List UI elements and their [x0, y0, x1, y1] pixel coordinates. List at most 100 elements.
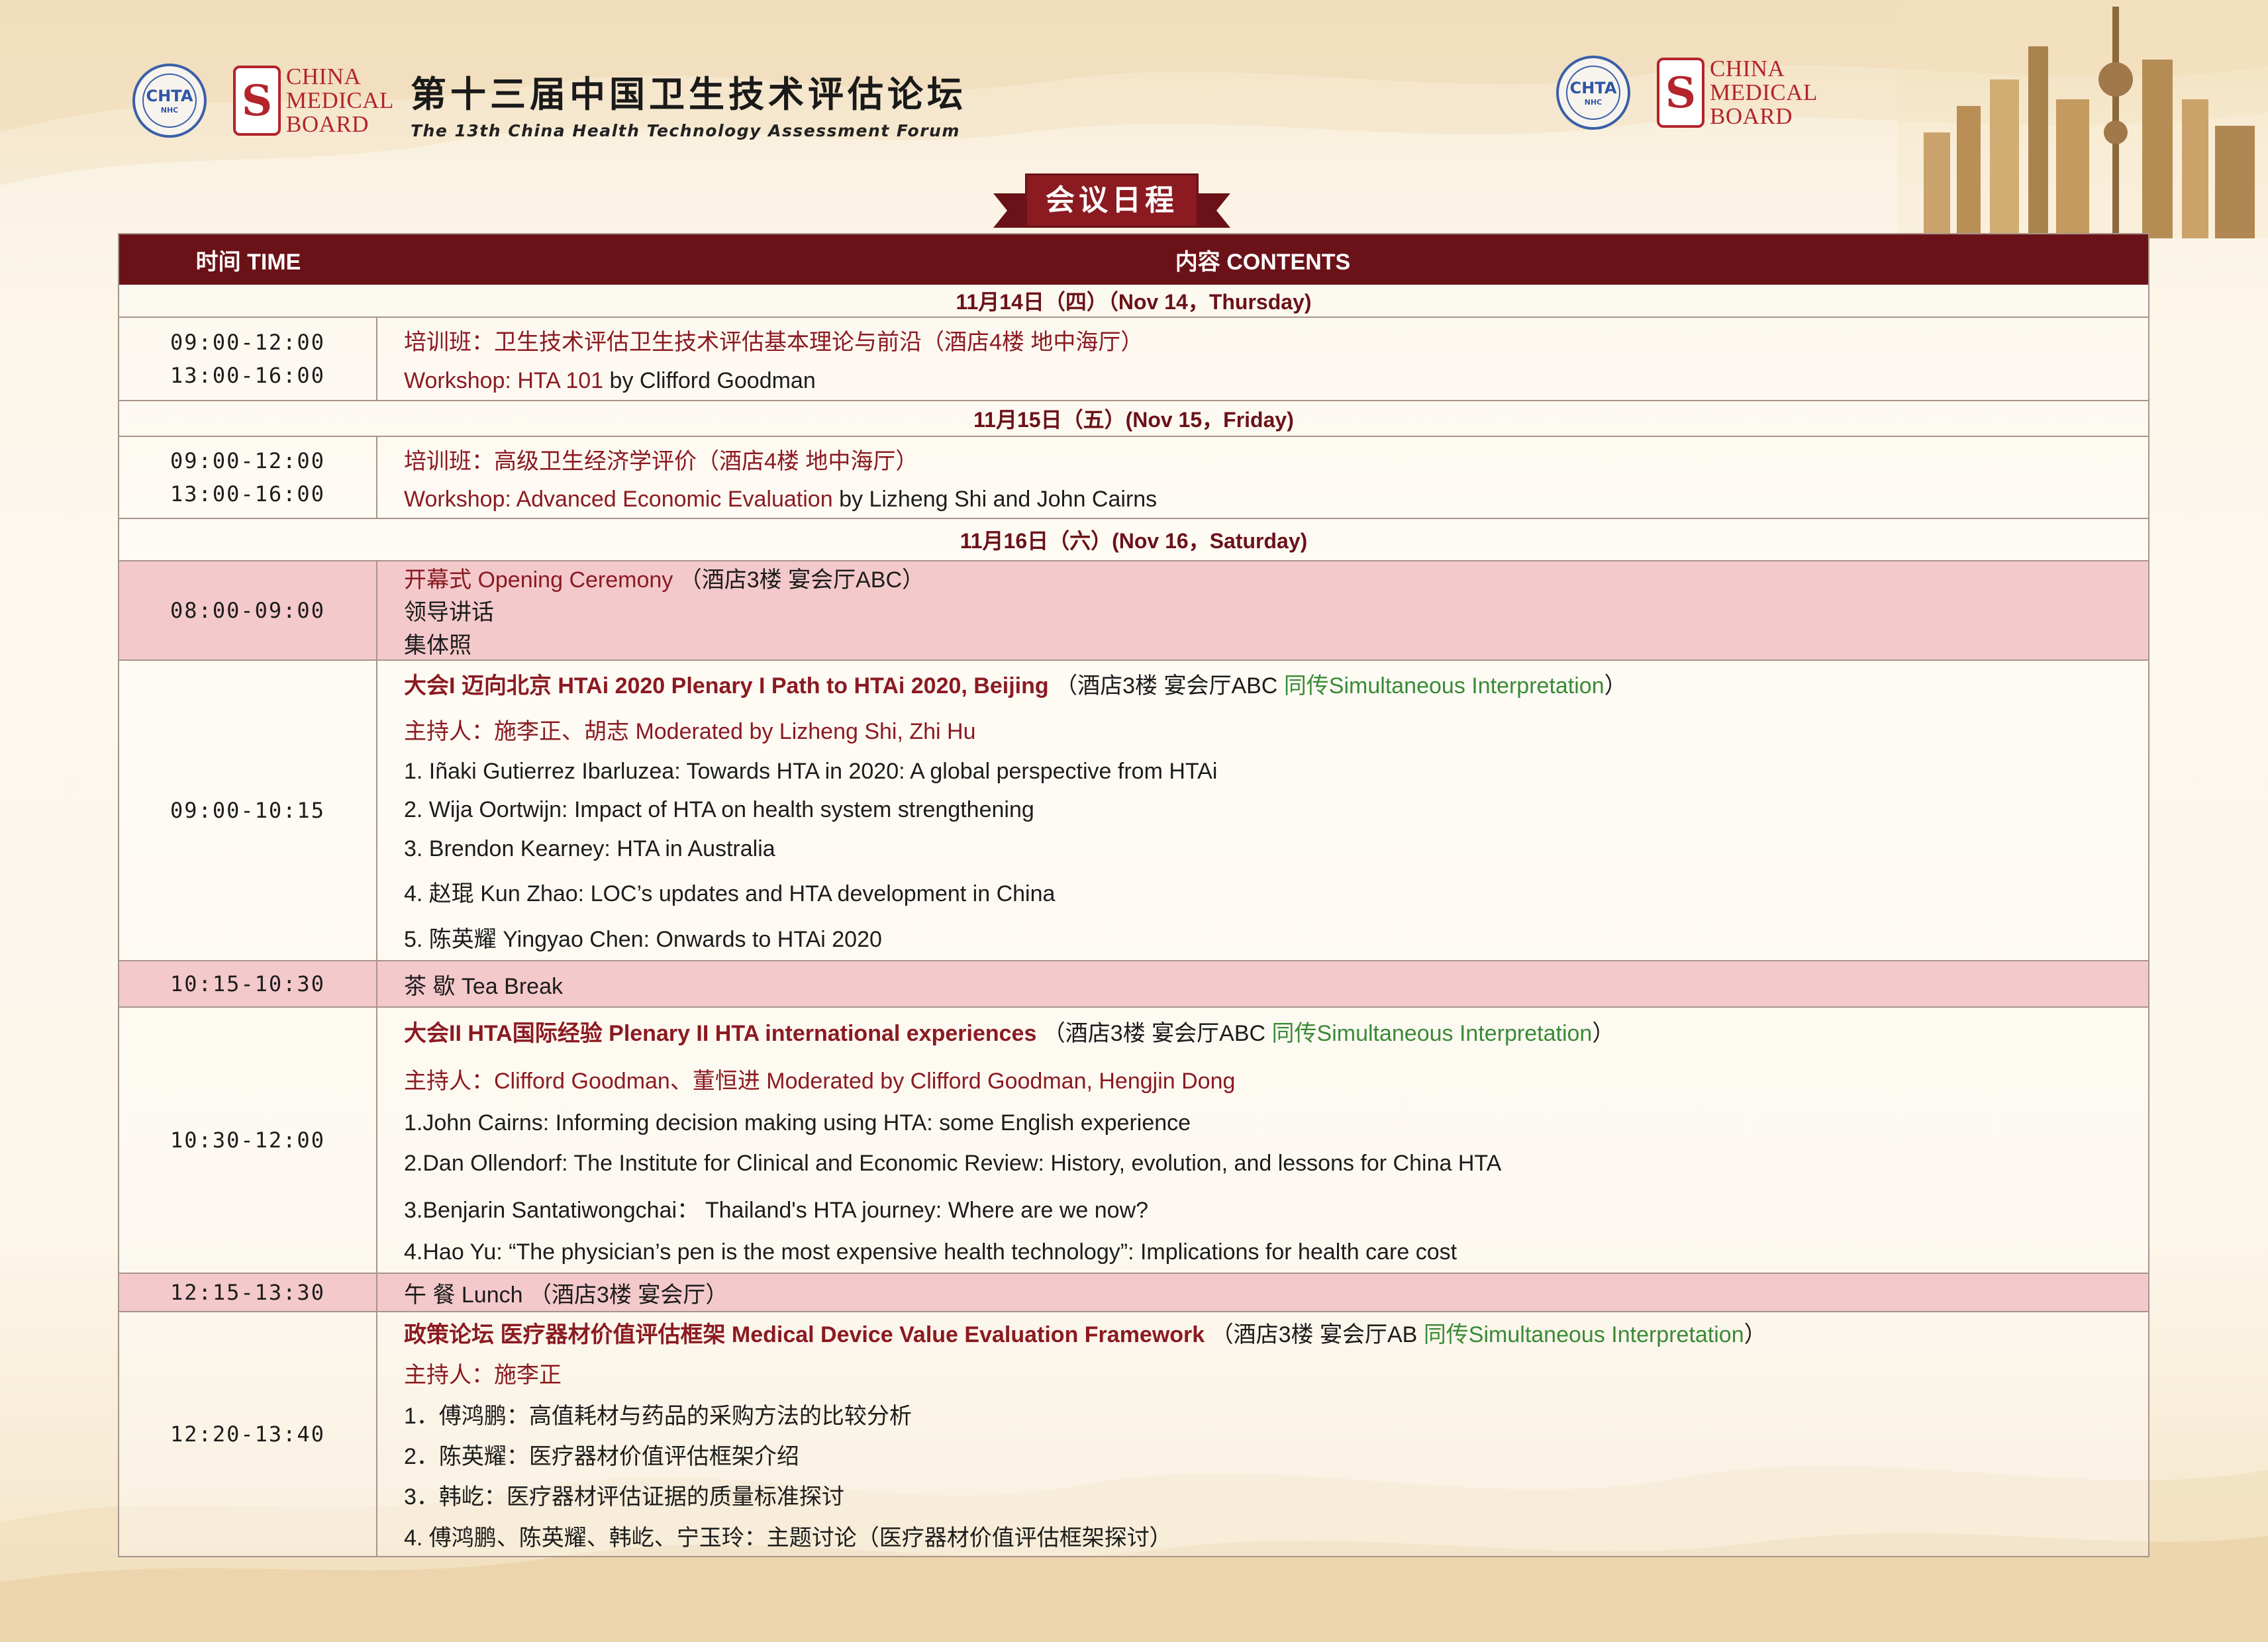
content-text: 2.Dan Ollendorf: The Institute for Clini…	[404, 1151, 1502, 1177]
content-text: （酒店3楼 宴会厅ABC	[1048, 673, 1284, 699]
agenda-banner-label: 会议日程	[1025, 173, 1199, 228]
content-line: 4. 赵琨 Kun Zhao: LOC’s updates and HTA de…	[404, 875, 2148, 908]
time-slot: 13:00-16:00	[170, 363, 325, 388]
content-line: Workshop: Advanced Economic Evaluation b…	[404, 487, 2148, 512]
content-text: 同传Simultaneous Interpretation	[1271, 1021, 1593, 1047]
content-line: 主持人：施李正	[404, 1357, 2148, 1389]
agenda-row: 09:00-12:00 13:00-16:00 培训班：卫生技术评估卫生技术评估基本…	[119, 318, 2148, 401]
agenda-row: 12:20-13:40 政策论坛 医疗器材价值评估框架 Medical Devic…	[119, 1312, 2148, 1556]
content-line: 3．韩屹：医疗器材评估证据的质量标准探讨	[404, 1478, 2148, 1511]
time-cell: 10:15-10:30	[119, 961, 377, 1006]
content-line: 1. Iñaki Gutierrez Ibarluzea: Towards HT…	[404, 759, 2148, 785]
content-text: 3. Brendon Kearney: HTA in Australia	[404, 836, 775, 862]
city-skyline-image	[1897, 0, 2268, 238]
content-text: （酒店3楼 宴会厅ABC）	[673, 567, 924, 593]
content-text: 大会I 迈向北京 HTAi 2020 Plenary I Path to HTA…	[404, 673, 1049, 699]
content-text: 2. Wija Oortwijn: Impact of HTA on healt…	[404, 797, 1034, 823]
content-line: 培训班：卫生技术评估卫生技术评估基本理论与前沿（酒店4楼 地中海厅）	[404, 324, 2148, 356]
time-cell: 08:00-09:00	[119, 561, 377, 659]
content-text: 主持人：施李正、胡志 Moderated by Lizheng Shi, Zhi…	[404, 718, 976, 744]
time-slot: 09:00-10:15	[170, 798, 325, 823]
content-cell: 开幕式 Opening Ceremony （酒店3楼 宴会厅ABC） 领导讲话集体…	[377, 561, 2148, 659]
content-text: 同传Simultaneous Interpretation	[1283, 673, 1604, 699]
content-line: 领导讲话	[404, 594, 2148, 626]
content-text: 主持人：施李正	[404, 1363, 562, 1388]
content-text: 领导讲话	[404, 600, 494, 626]
content-line: 培训班：高级卫生经济学评价（酒店4楼 地中海厅）	[404, 443, 2148, 475]
content-line: 2. Wija Oortwijn: Impact of HTA on healt…	[404, 797, 2148, 823]
content-text: ）	[1592, 1021, 1615, 1047]
content-text: 1．傅鸿鹏：高值耗材与药品的采购方法的比较分析	[404, 1403, 912, 1429]
content-line: 集体照	[404, 627, 2148, 659]
content-line: 4. 傅鸿鹏、陈英耀、韩屹、宁玉玲：主题讨论（医疗器材价值评估框架探讨）	[404, 1520, 2148, 1552]
agenda-banner: 会议日程	[993, 173, 1230, 228]
time-slot: 13:00-16:00	[170, 481, 325, 507]
content-line: 主持人：Clifford Goodman、董恒进 Moderated by Cl…	[404, 1063, 2148, 1095]
content-line: Workshop: HTA 101 by Clifford Goodman	[404, 368, 2148, 394]
content-text: 4. 赵琨 Kun Zhao: LOC’s updates and HTA de…	[404, 881, 1056, 907]
content-text: by Lizheng Shi and John Cairns	[832, 486, 1158, 512]
content-text: 开幕式 Opening Ceremony	[404, 567, 673, 593]
content-text: 政策论坛 医疗器材价值评估框架 Medical Device Value Eva…	[404, 1322, 1205, 1348]
content-line: 大会I 迈向北京 HTAi 2020 Plenary I Path to HTA…	[404, 667, 2148, 700]
content-line: 茶 歇 Tea Break	[404, 968, 2148, 1000]
content-line: 大会II HTA国际经验 Plenary II HTA internationa…	[404, 1015, 2148, 1047]
content-line: 开幕式 Opening Ceremony （酒店3楼 宴会厅ABC）	[404, 561, 2148, 594]
content-line: 3.Benjarin Santatiwongchai： Thailand's H…	[404, 1192, 2148, 1224]
content-text: 4.Hao Yu: “The physician’s pen is the mo…	[404, 1239, 1457, 1265]
china-medical-board-logo: S CHINA MEDICAL BOARD	[233, 65, 394, 136]
time-cell: 10:30-12:00	[119, 1008, 377, 1273]
content-text: 大会II HTA国际经验 Plenary II HTA internationa…	[404, 1021, 1037, 1047]
time-cell: 09:00-10:15	[119, 661, 377, 960]
agenda-row: 10:30-12:00 大会II HTA国际经验 Plenary II HTA i…	[119, 1008, 2148, 1274]
content-line: 5. 陈英耀 Yingyao Chen: Onwards to HTAi 202…	[404, 921, 2148, 953]
content-text: 集体照	[404, 632, 471, 658]
agenda-row: 12:15-13:30 午 餐 Lunch （酒店3楼 宴会厅）	[119, 1274, 2148, 1312]
content-text: 1.John Cairns: Informing decision making…	[404, 1110, 1191, 1135]
content-text: （酒店3楼 宴会厅AB	[1205, 1322, 1424, 1348]
agenda-row: 10:15-10:30 茶 歇 Tea Break	[119, 961, 2148, 1008]
content-text: 2．陈英耀：医疗器材价值评估框架介绍	[404, 1444, 799, 1470]
content-line: 2.Dan Ollendorf: The Institute for Clini…	[404, 1151, 2148, 1177]
header-logos-right: CHTA NHC S CHINA MEDICAL BOARD	[1556, 56, 1818, 130]
time-slot: 12:15-13:30	[170, 1280, 325, 1305]
agenda-row: 08:00-09:00 开幕式 Opening Ceremony （酒店3楼 宴会…	[119, 561, 2148, 661]
content-line: 4.Hao Yu: “The physician’s pen is the mo…	[404, 1239, 2148, 1265]
time-slot: 08:00-09:00	[170, 598, 325, 623]
content-text: 茶 歇 Tea Break	[404, 973, 563, 999]
content-cell: 政策论坛 医疗器材价值评估框架 Medical Device Value Eva…	[377, 1312, 2148, 1556]
table-header: 时间 TIME 内容 CONTENTS	[119, 234, 2148, 285]
content-cell: 培训班：卫生技术评估卫生技术评估基本理论与前沿（酒店4楼 地中海厅） Worksh…	[377, 318, 2148, 400]
agenda-table: 时间 TIME 内容 CONTENTS 11月14日（四）（Nov 14，Thu…	[118, 233, 2149, 1557]
chta-seal-logo: CHTA NHC	[1556, 56, 1630, 130]
content-line: 午 餐 Lunch （酒店3楼 宴会厅）	[404, 1277, 2148, 1309]
china-medical-board-logo: S CHINA MEDICAL BOARD	[1657, 57, 1818, 128]
content-cell: 午 餐 Lunch （酒店3楼 宴会厅）	[377, 1274, 2148, 1311]
content-text: 3.Benjarin Santatiwongchai： Thailand's H…	[404, 1197, 1149, 1223]
content-text: 同传Simultaneous Interpretation	[1423, 1322, 1744, 1348]
content-text: 培训班：卫生技术评估卫生技术评估基本理论与前沿（酒店4楼 地中海厅）	[404, 330, 1144, 355]
column-header-contents: 内容 CONTENTS	[1175, 249, 1351, 275]
time-slot: 10:15-10:30	[170, 971, 325, 996]
day-heading: 11月16日（六）(Nov 16，Saturday)	[119, 519, 2148, 561]
time-slot: 10:30-12:00	[170, 1128, 325, 1153]
forum-title-en: The 13th China Health Technology Assessm…	[411, 121, 960, 140]
forum-title-cn: 第十三届中国卫生技术评估论坛	[411, 73, 967, 115]
time-slot: 09:00-12:00	[170, 330, 325, 355]
content-cell: 大会II HTA国际经验 Plenary II HTA internationa…	[377, 1008, 2148, 1273]
content-text: 5. 陈英耀 Yingyao Chen: Onwards to HTAi 202…	[404, 926, 882, 952]
time-slot: 09:00-12:00	[170, 448, 325, 473]
content-text: ）	[1744, 1322, 1767, 1348]
time-cell: 12:20-13:40	[119, 1312, 377, 1556]
agenda-row: 09:00-12:00 13:00-16:00 培训班：高级卫生经济学评价（酒店4楼…	[119, 437, 2148, 519]
content-text: by Clifford Goodman	[603, 368, 816, 393]
time-cell: 09:00-12:00 13:00-16:00	[119, 318, 377, 400]
content-text: （酒店3楼 宴会厅ABC	[1036, 1021, 1272, 1047]
day-heading: 11月14日（四）（Nov 14，Thursday)	[119, 285, 2148, 318]
content-text: 4. 傅鸿鹏、陈英耀、韩屹、宁玉玲：主题讨论（医疗器材价值评估框架探讨）	[404, 1525, 1172, 1551]
content-line: 1．傅鸿鹏：高值耗材与药品的采购方法的比较分析	[404, 1398, 2148, 1430]
time-cell: 09:00-12:00 13:00-16:00	[119, 437, 377, 518]
chta-seal-logo: CHTA NHC	[132, 64, 207, 138]
content-line: 2．陈英耀：医疗器材价值评估框架介绍	[404, 1438, 2148, 1471]
content-cell: 培训班：高级卫生经济学评价（酒店4楼 地中海厅） Workshop: Advanc…	[377, 437, 2148, 518]
